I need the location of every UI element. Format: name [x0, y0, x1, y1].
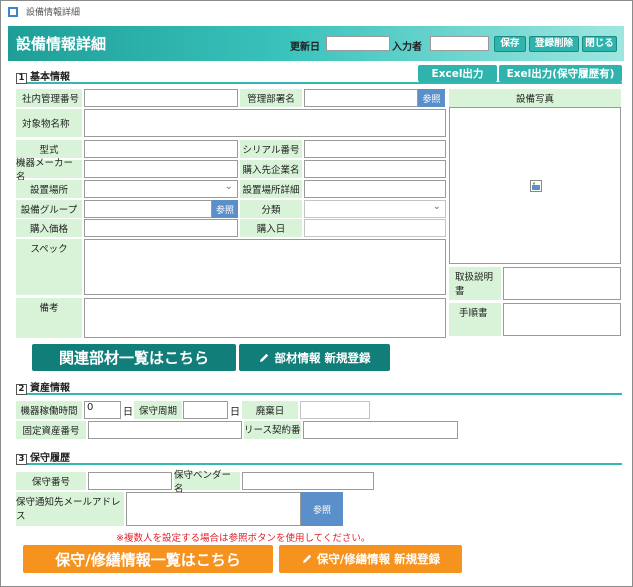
broken-image-icon — [530, 180, 542, 192]
operating-time-input[interactable]: 0 — [84, 401, 121, 419]
photo-box[interactable] — [449, 107, 621, 264]
price-input[interactable] — [84, 219, 238, 237]
location-select[interactable] — [84, 180, 238, 198]
group-ref-button[interactable]: 参照 — [212, 200, 238, 218]
procedure-label: 手順書 — [449, 303, 501, 336]
mgmt-dept-label: 管理部署名 — [240, 89, 302, 107]
close-button[interactable]: 閉じる — [582, 36, 617, 52]
new-maintenance-button[interactable]: 保守/修繕情報 新規登録 — [279, 545, 462, 573]
app-icon — [8, 7, 18, 17]
operating-time-unit: 日 — [123, 407, 133, 418]
location-detail-input[interactable] — [304, 180, 446, 198]
excel-export-button[interactable]: Excel出力 — [418, 65, 497, 82]
inputter-label: 入力者 — [392, 42, 422, 53]
internal-no-label: 社内管理番号 — [16, 89, 82, 107]
pencil-icon — [302, 554, 312, 563]
multi-recipient-note: ※複数人を設定する場合は参照ボタンを使用してください。 — [116, 533, 371, 544]
serial-input[interactable] — [304, 140, 446, 158]
section-number: 3 — [16, 454, 27, 465]
new-maintenance-label: 保守/修繕情報 新規登録 — [316, 552, 441, 566]
category-select[interactable] — [304, 200, 446, 218]
notify-email-ref-button[interactable]: 参照 — [301, 492, 343, 526]
section-title: 資産情報 — [30, 383, 70, 394]
section-title: 基本情報 — [30, 72, 70, 83]
remarks-label: 備考 — [16, 298, 82, 338]
purchase-date-label: 購入日 — [240, 219, 302, 237]
section-number: 1 — [16, 73, 27, 84]
group-label: 設備グループ — [16, 200, 82, 218]
updated-label: 更新日 — [290, 42, 320, 53]
maker-input[interactable] — [84, 160, 238, 178]
manual-label: 取扱説明書 — [449, 267, 501, 300]
section-asset-header: 2 資産情報 — [16, 379, 622, 395]
maintenance-period-label: 保守周期 — [134, 401, 182, 419]
internal-no-input[interactable] — [84, 89, 238, 107]
window-title: 設備情報詳細 — [26, 8, 81, 18]
lease-no-label: リース契約番号 — [244, 421, 301, 439]
group-input[interactable] — [84, 200, 212, 218]
spec-label: スペック — [16, 239, 82, 295]
notify-email-textarea[interactable] — [126, 492, 301, 526]
section-maintenance-header: 3 保守履歴 — [16, 449, 622, 465]
vendor-label: 購入先企業名 — [240, 160, 302, 178]
maintenance-period-unit: 日 — [230, 407, 240, 418]
remarks-textarea[interactable] — [84, 298, 446, 338]
photo-label: 設備写真 — [449, 89, 621, 107]
location-label: 設置場所 — [16, 180, 82, 198]
maintenance-no-input[interactable] — [88, 472, 172, 490]
fixed-asset-no-input[interactable] — [88, 421, 242, 439]
spec-textarea[interactable] — [84, 239, 446, 295]
lease-no-input[interactable] — [303, 421, 458, 439]
notify-email-label: 保守通知先メールアドレス — [16, 492, 124, 526]
target-name-input[interactable] — [84, 109, 446, 137]
page-title: 設備情報詳細 — [16, 35, 107, 53]
maker-label: 機器メーカー名 — [16, 158, 82, 183]
maintenance-vendor-label: 保守ベンダー名 — [174, 470, 240, 495]
updated-field[interactable] — [326, 36, 390, 51]
delete-button[interactable]: 登録削除 — [529, 36, 579, 52]
pencil-icon — [260, 353, 269, 362]
target-name-label: 対象物名称 — [16, 109, 82, 137]
fixed-asset-no-label: 固定資産番号 — [16, 421, 86, 439]
disposal-date-input[interactable] — [300, 401, 370, 419]
location-detail-label: 設置場所詳細 — [240, 180, 302, 198]
operating-time-label: 機器稼働時間 — [16, 401, 82, 419]
excel-export-history-button[interactable]: Exel出力(保守履歴有) — [499, 65, 622, 82]
model-input[interactable] — [84, 140, 238, 158]
purchase-date-input[interactable] — [304, 219, 446, 237]
new-part-label: 部材情報 新規登録 — [274, 350, 371, 365]
manual-attachment[interactable] — [503, 267, 621, 300]
maintenance-list-button[interactable]: 保守/修繕情報一覧はこちら — [23, 545, 273, 573]
maintenance-no-label: 保守番号 — [16, 472, 86, 490]
maintenance-vendor-input[interactable] — [242, 472, 374, 490]
procedure-attachment[interactable] — [503, 303, 621, 336]
disposal-date-label: 廃棄日 — [242, 401, 298, 419]
window-titlebar: 設備情報詳細 — [1, 1, 632, 23]
section-number: 2 — [16, 384, 27, 395]
maintenance-period-input[interactable] — [183, 401, 228, 419]
related-parts-list-button[interactable]: 関連部材一覧はこちら — [32, 344, 236, 371]
new-part-button[interactable]: 部材情報 新規登録 — [239, 344, 390, 371]
section-title: 保守履歴 — [30, 453, 70, 464]
vendor-input[interactable] — [304, 160, 446, 178]
mgmt-dept-input[interactable] — [304, 89, 418, 107]
mgmt-dept-ref-button[interactable]: 参照 — [418, 89, 445, 107]
save-button[interactable]: 保存 — [494, 36, 526, 52]
serial-label: シリアル番号 — [240, 140, 302, 158]
category-label: 分類 — [240, 200, 302, 218]
price-label: 購入価格 — [16, 219, 82, 237]
inputter-field[interactable] — [430, 36, 489, 51]
